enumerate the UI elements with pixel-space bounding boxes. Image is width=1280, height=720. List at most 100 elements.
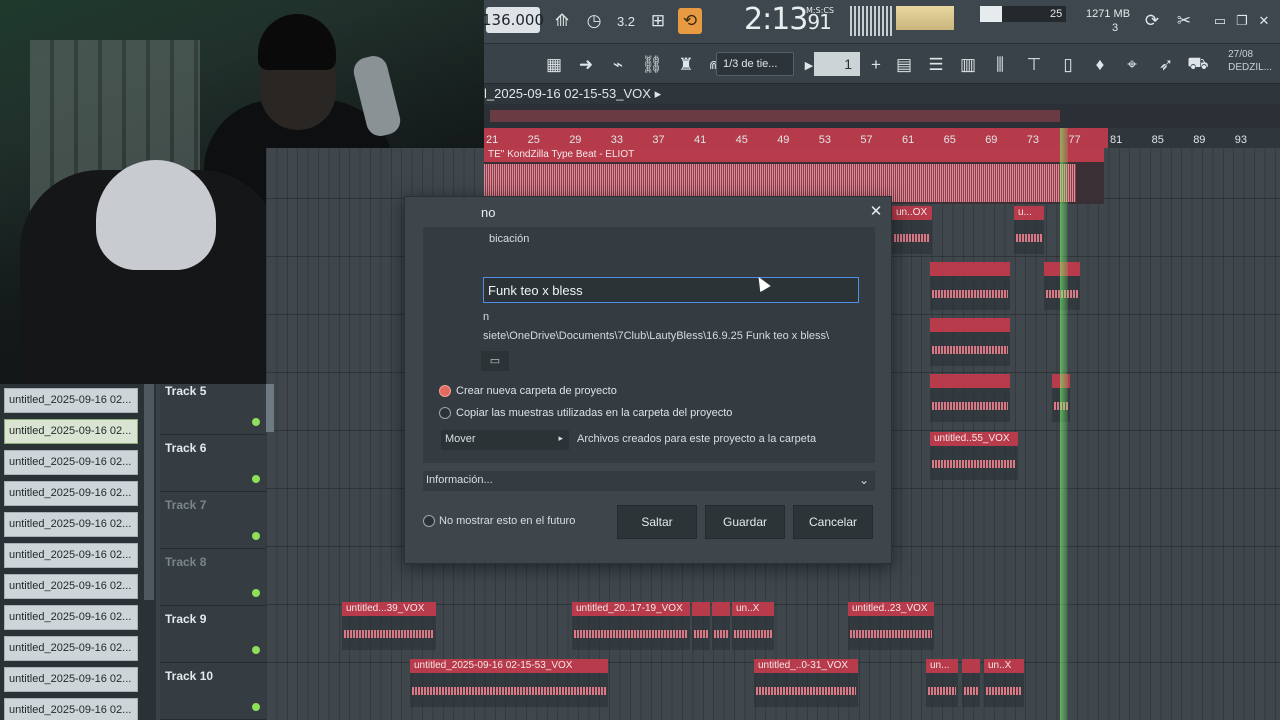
- link-icon[interactable]: ⛓: [640, 52, 664, 78]
- plus-icon[interactable]: +: [864, 52, 888, 78]
- playhead[interactable]: [1060, 128, 1068, 720]
- close-icon[interactable]: ✕: [1252, 8, 1276, 34]
- timeline-ruler[interactable]: 21 25 29 33 37 41 45 49 53 57 61 65 69 73 77 81 85 89 93: [484, 128, 1280, 148]
- news-date[interactable]: 27/08 DEDZIL...: [1228, 48, 1272, 74]
- audio-clip[interactable]: [930, 318, 1010, 366]
- ruler-mark: 89: [1193, 134, 1206, 146]
- browser-item[interactable]: untitled_2025-09-16 02...: [4, 512, 138, 537]
- browser-item[interactable]: untitled_2025-09-16 02...: [4, 574, 138, 599]
- master-volume-display[interactable]: [896, 6, 954, 30]
- create-folder-option[interactable]: Crear nueva carpeta de proyecto: [439, 385, 617, 397]
- browser-item[interactable]: untitled_2025-09-16 02...: [4, 605, 138, 630]
- dont-show-option[interactable]: No mostrar esto en el futuro: [423, 515, 575, 527]
- playlist-icon[interactable]: ▤: [892, 52, 916, 78]
- mover-dropdown[interactable]: Mover ▸: [441, 430, 569, 450]
- browser-item[interactable]: untitled_2025-09-16 02...: [4, 636, 138, 661]
- audio-clip[interactable]: [712, 602, 730, 650]
- browser-item[interactable]: untitled_2025-09-16 02...: [4, 667, 138, 692]
- audio-clip[interactable]: un..X: [984, 659, 1024, 707]
- radio-copy-samples[interactable]: [439, 407, 451, 419]
- audio-clip[interactable]: untitled...39_VOX: [342, 602, 436, 650]
- chevron-right-icon: ▸: [558, 433, 563, 443]
- share-icon[interactable]: ➶: [1154, 52, 1178, 78]
- countdown-icon[interactable]: ◷: [582, 8, 606, 34]
- track-led[interactable]: [252, 589, 260, 597]
- cancel-button[interactable]: Cancelar: [793, 505, 873, 539]
- track-header[interactable]: Track 10: [160, 663, 266, 720]
- close-icon[interactable]: ✕: [867, 203, 885, 221]
- audio-clip[interactable]: untitled_20..17-19_VOX: [572, 602, 690, 650]
- audio-clip[interactable]: un..OX: [892, 206, 932, 254]
- track-led[interactable]: [252, 532, 260, 540]
- track-header[interactable]: Track 7: [160, 492, 266, 549]
- track-led[interactable]: [252, 418, 260, 426]
- plug-icon[interactable]: ⌁: [606, 52, 630, 78]
- faders-icon[interactable]: ⫼: [988, 52, 1012, 78]
- arrow-right-icon[interactable]: ➜: [574, 52, 598, 78]
- vertical-scrollbar[interactable]: [266, 384, 274, 432]
- copy-samples-option[interactable]: Copiar las muestras utilizadas en la car…: [439, 407, 732, 419]
- tree-icon[interactable]: ⊤: [1022, 52, 1046, 78]
- minimize-icon[interactable]: ▭: [1208, 8, 1232, 34]
- folder-icon[interactable]: ▭: [481, 351, 509, 371]
- refresh-icon[interactable]: ⟳: [1140, 8, 1164, 34]
- project-name-input[interactable]: [483, 277, 859, 303]
- typing-keyboard-icon[interactable]: ⊞: [646, 8, 670, 34]
- audio-clip[interactable]: [930, 262, 1010, 310]
- audio-clip[interactable]: untitled..55_VOX: [930, 432, 1018, 480]
- audio-clip[interactable]: un..X: [732, 602, 774, 650]
- step-record-icon[interactable]: 3.2: [614, 8, 638, 34]
- browser-item[interactable]: untitled_2025-09-16 02...: [4, 388, 138, 413]
- track-led[interactable]: [252, 703, 260, 711]
- audio-clip[interactable]: un...: [926, 659, 958, 707]
- browser-item[interactable]: untitled_2025-09-16 02...: [4, 543, 138, 568]
- document-icon[interactable]: ▯: [1056, 52, 1080, 78]
- track-led[interactable]: [252, 646, 260, 654]
- playlist-overview[interactable]: [484, 104, 1280, 128]
- info-expander[interactable]: Información... ⌄: [423, 471, 875, 491]
- restore-icon[interactable]: ❐: [1230, 8, 1254, 34]
- audio-clip[interactable]: u...: [1014, 206, 1044, 254]
- audio-clip[interactable]: untitled_..0-31_VOX: [754, 659, 858, 707]
- snap-selector[interactable]: 1/3 de tie...: [716, 52, 794, 76]
- browser-scrollbar[interactable]: [144, 384, 154, 600]
- snap-value-field[interactable]: 1: [814, 52, 860, 76]
- mic-icon[interactable]: ⌖: [1120, 52, 1144, 78]
- save-button[interactable]: Guardar: [705, 505, 785, 539]
- plugin-icon[interactable]: ♦: [1088, 52, 1112, 78]
- audio-clip[interactable]: [692, 602, 710, 650]
- radio-create-folder[interactable]: [439, 385, 451, 397]
- browser-item[interactable]: untitled_2025-09-16 02...: [4, 698, 138, 720]
- clip-label: untitled_..0-31_VOX: [754, 659, 858, 673]
- browser-item[interactable]: untitled_2025-09-16 02...: [4, 419, 138, 444]
- track-label: Track 6: [165, 441, 207, 455]
- chevron-right-icon[interactable]: ▸: [655, 86, 662, 101]
- track-header[interactable]: Track 9: [160, 606, 266, 663]
- dialog-title: no: [481, 205, 496, 220]
- radio-dont-show[interactable]: [423, 515, 435, 527]
- track-header[interactable]: Track 8: [160, 549, 266, 606]
- mixer-icon[interactable]: ☰: [924, 52, 948, 78]
- stamp-icon[interactable]: ♜: [674, 52, 698, 78]
- audio-clip[interactable]: [962, 659, 980, 707]
- skip-button[interactable]: Saltar: [617, 505, 697, 539]
- channel-rack-icon[interactable]: ▥: [956, 52, 980, 78]
- track-header[interactable]: Track 6: [160, 435, 266, 492]
- tempo-display[interactable]: 136.000: [482, 7, 544, 33]
- cart-icon[interactable]: ⛟: [1186, 52, 1210, 78]
- waveform-meter: [850, 6, 894, 36]
- audio-clip[interactable]: untitled..23_VOX: [848, 602, 934, 650]
- song-position-clock[interactable]: 2:1391 M:S:CS: [744, 2, 840, 40]
- metronome-icon[interactable]: ⟰: [550, 8, 574, 34]
- piano-icon[interactable]: ▦: [542, 52, 566, 78]
- track-header[interactable]: Track 5: [160, 378, 266, 435]
- audio-clip[interactable]: [930, 374, 1010, 422]
- browser-item[interactable]: untitled_2025-09-16 02...: [4, 481, 138, 506]
- browser-item[interactable]: untitled_2025-09-16 02...: [4, 450, 138, 475]
- audio-clip[interactable]: untitled_2025-09-16 02-15-53_VOX: [410, 659, 608, 707]
- cut-icon[interactable]: ✂: [1172, 8, 1196, 34]
- clip-label: u...: [1014, 206, 1044, 220]
- location-label: bicación: [489, 233, 530, 245]
- loop-record-icon[interactable]: ⟲: [678, 8, 702, 34]
- track-led[interactable]: [252, 475, 260, 483]
